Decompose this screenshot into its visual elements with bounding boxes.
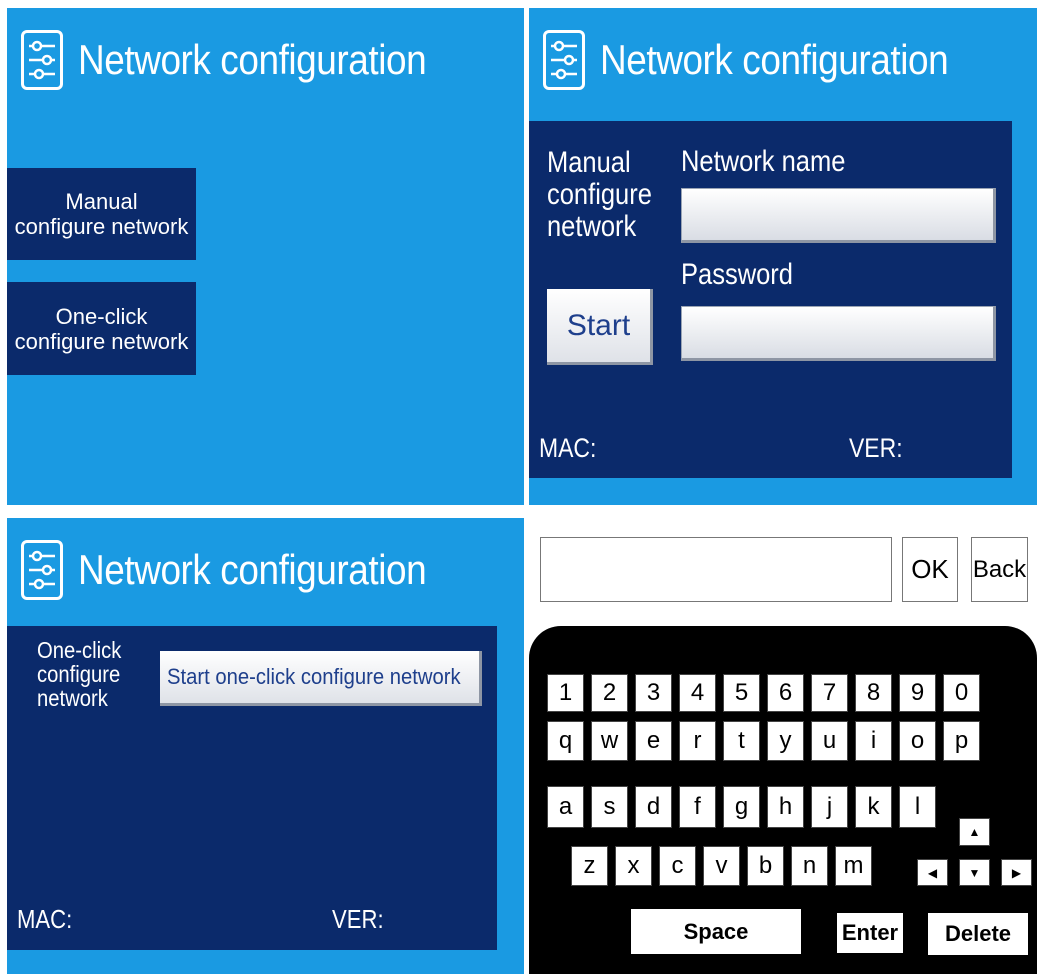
- one-click-configure-network-button[interactable]: One-click configure network: [7, 282, 196, 375]
- side-label-line: network: [547, 210, 637, 243]
- key-e[interactable]: e: [635, 721, 672, 761]
- key-c[interactable]: c: [659, 846, 696, 886]
- key-l[interactable]: l: [899, 786, 936, 828]
- key-3[interactable]: 3: [635, 674, 672, 712]
- key-p[interactable]: p: [943, 721, 980, 761]
- settings-sliders-icon: [21, 540, 63, 600]
- key-s[interactable]: s: [591, 786, 628, 828]
- key-8[interactable]: 8: [855, 674, 892, 712]
- key-o[interactable]: o: [899, 721, 936, 761]
- key-d[interactable]: d: [635, 786, 672, 828]
- key-a[interactable]: a: [547, 786, 584, 828]
- key-t[interactable]: t: [723, 721, 760, 761]
- page-title: Network configuration: [600, 36, 949, 83]
- button-label: Start one-click configure network: [167, 664, 461, 689]
- arrow-right-key[interactable]: ▶: [1001, 859, 1032, 886]
- arrow-up-key[interactable]: ▲: [959, 818, 990, 846]
- key-5[interactable]: 5: [723, 674, 760, 712]
- panel-one-click-configure: Network configuration One-click configur…: [7, 518, 524, 974]
- ok-button[interactable]: OK: [902, 537, 958, 602]
- password-input[interactable]: [681, 306, 996, 361]
- delete-key[interactable]: Delete: [928, 913, 1028, 955]
- one-click-config-form: One-click configure network Start one-cl…: [7, 626, 497, 950]
- panel-keyboard: OK Back 1 2 3 4 5 6 7 8 9 0 q w e r t y …: [529, 518, 1037, 974]
- key-w[interactable]: w: [591, 721, 628, 761]
- key-9[interactable]: 9: [899, 674, 936, 712]
- header: Network configuration: [543, 30, 996, 90]
- key-0[interactable]: 0: [943, 674, 980, 712]
- ver-label: VER:: [849, 433, 903, 463]
- key-v[interactable]: v: [703, 846, 740, 886]
- enter-key[interactable]: Enter: [837, 913, 903, 953]
- key-f[interactable]: f: [679, 786, 716, 828]
- start-one-click-configure-button[interactable]: Start one-click configure network: [160, 651, 482, 706]
- keyboard-text-input[interactable]: [540, 537, 892, 602]
- mac-label: MAC:: [17, 904, 73, 934]
- ver-label: VER:: [332, 904, 384, 934]
- settings-sliders-icon: [543, 30, 585, 90]
- button-label-line1: One-click: [55, 303, 148, 329]
- side-label-line: network: [37, 685, 108, 711]
- button-label-line1: Manual: [65, 189, 138, 214]
- key-2[interactable]: 2: [591, 674, 628, 712]
- key-q[interactable]: q: [547, 721, 584, 761]
- manual-configure-network-button[interactable]: Manual configure network: [7, 168, 196, 260]
- side-label-line: Manual: [547, 146, 631, 179]
- key-u[interactable]: u: [811, 721, 848, 761]
- side-label: Manual configure network: [547, 147, 652, 243]
- settings-sliders-icon: [21, 30, 63, 90]
- network-name-input[interactable]: [681, 188, 996, 243]
- header: Network configuration: [21, 30, 474, 90]
- key-x[interactable]: x: [615, 846, 652, 886]
- key-k[interactable]: k: [855, 786, 892, 828]
- panel-network-config-menu: Network configuration Manual configure n…: [7, 8, 524, 505]
- key-4[interactable]: 4: [679, 674, 716, 712]
- side-label-line: One-click: [37, 637, 122, 663]
- start-button[interactable]: Start: [547, 289, 653, 365]
- arrow-left-key[interactable]: ◀: [917, 859, 948, 886]
- header: Network configuration: [21, 540, 474, 600]
- key-n[interactable]: n: [791, 846, 828, 886]
- button-label-line2: configure network: [14, 328, 189, 354]
- arrow-down-key[interactable]: ▼: [959, 859, 990, 886]
- key-j[interactable]: j: [811, 786, 848, 828]
- key-m[interactable]: m: [835, 846, 872, 886]
- panel-manual-configure: Network configuration Manual configure n…: [529, 8, 1037, 505]
- back-button[interactable]: Back: [971, 537, 1028, 602]
- button-label-line2: configure network: [14, 214, 189, 239]
- password-label: Password: [681, 258, 793, 291]
- key-7[interactable]: 7: [811, 674, 848, 712]
- on-screen-keyboard: 1 2 3 4 5 6 7 8 9 0 q w e r t y u i o p …: [529, 626, 1037, 974]
- side-label-line: configure: [37, 661, 121, 687]
- key-i[interactable]: i: [855, 721, 892, 761]
- key-b[interactable]: b: [747, 846, 784, 886]
- mac-label: MAC:: [539, 433, 597, 463]
- key-g[interactable]: g: [723, 786, 760, 828]
- key-6[interactable]: 6: [767, 674, 804, 712]
- page-title: Network configuration: [78, 546, 427, 593]
- space-key[interactable]: Space: [631, 909, 801, 954]
- network-name-label: Network name: [681, 145, 846, 178]
- key-y[interactable]: y: [767, 721, 804, 761]
- key-z[interactable]: z: [571, 846, 608, 886]
- key-h[interactable]: h: [767, 786, 804, 828]
- key-1[interactable]: 1: [547, 674, 584, 712]
- manual-config-form: Manual configure network Network name Pa…: [529, 121, 1012, 478]
- side-label: One-click configure network: [37, 638, 121, 710]
- key-r[interactable]: r: [679, 721, 716, 761]
- page-title: Network configuration: [78, 36, 427, 83]
- side-label-line: configure: [547, 178, 652, 211]
